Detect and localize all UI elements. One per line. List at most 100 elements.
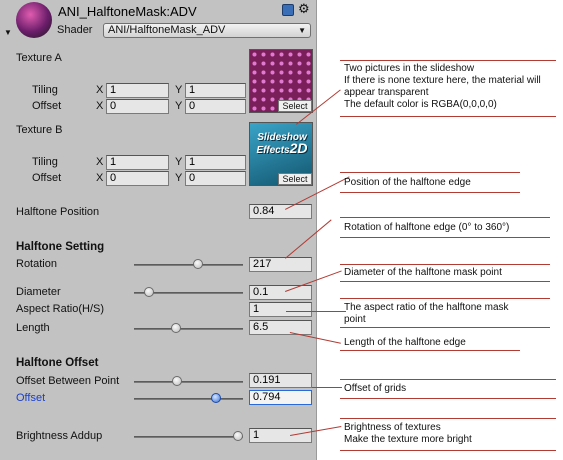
callout-aspect-line-1: The aspect ratio of the halftone mask (344, 302, 509, 313)
callout-brightness-line-1: Brightness of textures (344, 422, 441, 433)
texture-a-tiling-x-field[interactable]: 1 (106, 83, 169, 98)
callout-textures-line-2: If there is none texture here, the mater… (344, 75, 541, 86)
callout-line-brightness-bottom (340, 450, 556, 451)
halftone-setting-heading: Halftone Setting (16, 241, 105, 253)
material-header: ▼ ANI_HalftoneMask:ADV ⚙ Shader ANI/Half… (0, 0, 317, 40)
callout-textures-line-4: The default color is RGBA(0,0,0,0) (344, 99, 497, 110)
inspector-panel: ▼ ANI_HalftoneMask:ADV ⚙ Shader ANI/Half… (0, 0, 317, 460)
brightness-field[interactable]: 1 (249, 428, 312, 443)
rotation-slider-thumb[interactable] (193, 259, 204, 269)
chevron-down-icon: ▼ (298, 26, 306, 35)
brightness-slider-thumb[interactable] (233, 431, 243, 441)
texture-b-offset-y-field[interactable]: 0 (185, 171, 246, 186)
texture-a-thumbnail[interactable]: Select (249, 49, 313, 113)
offset-between-slider-thumb[interactable] (171, 376, 182, 386)
material-title: ANI_HalftoneMask:ADV (58, 4, 197, 19)
texture-b-offset-label: Offset (32, 172, 62, 184)
texture-b-tiling-x-field[interactable]: 1 (106, 155, 169, 170)
texture-b-tiling-label: Tiling (32, 156, 58, 168)
texture-b-thumbnail[interactable]: Slideshow Effects2D Select (249, 122, 313, 186)
callout-aspect: The aspect ratio of the halftone mask po… (344, 302, 509, 326)
callout-textures: Two pictures in the slideshow If there i… (344, 63, 541, 111)
diameter-slider-thumb[interactable] (143, 287, 154, 297)
offset-between-point-label: Offset Between Point (16, 375, 120, 387)
rotation-field[interactable]: 217 (249, 257, 312, 272)
offset-field[interactable]: 0.794 (249, 390, 312, 405)
texture-b-tiling-y-label: Y (175, 156, 183, 168)
texture-b-offset-x-field[interactable]: 0 (106, 171, 169, 186)
callout-line-rotation-bottom (340, 237, 550, 238)
callout-line-aspect-bottom (340, 327, 550, 328)
texture-b-logo-text: Slideshow Effects2D (254, 133, 310, 156)
aspect-ratio-label: Aspect Ratio(H/S) (16, 303, 105, 315)
callout-line-rotation-top (340, 217, 550, 218)
shader-value: ANI/HalftoneMask_ADV (108, 24, 226, 36)
texture-a-tiling-y-field[interactable]: 1 (185, 83, 246, 98)
texture-a-offset-x-label: X (96, 100, 104, 112)
callout-line-textures-bottom (340, 116, 556, 117)
callout-brightness-line-2: Make the texture more bright (344, 434, 472, 445)
length-field[interactable]: 6.5 (249, 320, 312, 335)
callout-line-length-bottom (340, 350, 520, 351)
texture-a-offset-x-field[interactable]: 0 (106, 99, 169, 114)
halftone-position-label: Halftone Position (16, 206, 100, 218)
callout-rotation: Rotation of halftone edge (0° to 360°) (344, 222, 510, 233)
callout-diameter: Diameter of the halftone mask point (344, 267, 502, 278)
offset-slider-thumb[interactable] (211, 393, 222, 403)
callout-line-aspect-top (340, 298, 550, 299)
diameter-field[interactable]: 0.1 (249, 285, 312, 300)
texture-b-label: Texture B (16, 124, 63, 136)
callout-offset: Offset of grids (344, 383, 407, 394)
callout-line-aspect (286, 311, 346, 312)
brightness-addup-label: Brightness Addup (16, 430, 103, 442)
callout-textures-line-1: Two pictures in the slideshow (344, 63, 475, 74)
length-slider-thumb[interactable] (170, 323, 181, 333)
texture-a-offset-y-field[interactable]: 0 (185, 99, 246, 114)
callout-line-position-bottom (340, 192, 520, 193)
length-label: Length (16, 322, 50, 334)
callout-position: Position of the halftone edge (344, 177, 471, 188)
texture-b-select-button[interactable]: Select (278, 173, 312, 185)
texture-a-tiling-label: Tiling (32, 84, 58, 96)
offset-between-field[interactable]: 0.191 (249, 373, 312, 388)
aspect-ratio-field[interactable]: 1 (249, 302, 312, 317)
callout-line-diameter-top (340, 264, 550, 265)
offset-slider-track[interactable] (134, 398, 243, 400)
halftone-position-field[interactable]: 0.84 (249, 204, 312, 219)
brightness-slider-track[interactable] (134, 436, 243, 438)
callout-line-offset (312, 387, 342, 388)
callout-length: Length of the halftone edge (344, 337, 466, 348)
texture-b-offset-y-label: Y (175, 172, 183, 184)
shader-label: Shader (57, 24, 93, 36)
texture-a-select-button[interactable]: Select (278, 100, 312, 112)
texture-a-tiling-x-label: X (96, 84, 104, 96)
callout-line-offset-top (340, 379, 556, 380)
book-icon[interactable] (282, 4, 294, 16)
length-slider-track[interactable] (134, 328, 243, 330)
rotation-slider-track[interactable] (134, 264, 243, 266)
callout-line-brightness-top (340, 418, 556, 419)
callout-textures-line-3: appear transparent (344, 87, 429, 98)
gear-icon[interactable]: ⚙ (298, 1, 310, 17)
shader-dropdown[interactable]: ANI/HalftoneMask_ADV ▼ (103, 23, 311, 38)
material-preview-icon (16, 2, 52, 38)
rotation-label: Rotation (16, 258, 57, 270)
diameter-label: Diameter (16, 286, 61, 298)
texture-b-logo-line-2: Effects2D (254, 140, 310, 156)
offset-label: Offset (16, 392, 46, 404)
callout-line-diameter-bottom (340, 281, 550, 282)
halftone-offset-heading: Halftone Offset (16, 357, 99, 369)
texture-b-logo-line-2b: 2D (289, 140, 308, 156)
callout-aspect-line-2: point (344, 314, 366, 325)
callout-brightness: Brightness of textures Make the texture … (344, 422, 472, 446)
texture-b-tiling-x-label: X (96, 156, 104, 168)
texture-b-offset-x-label: X (96, 172, 104, 184)
texture-b-tiling-y-field[interactable]: 1 (185, 155, 246, 170)
callout-line-textures-top (340, 60, 556, 61)
texture-a-tiling-y-label: Y (175, 84, 183, 96)
texture-a-offset-y-label: Y (175, 100, 183, 112)
callout-line-position-top (340, 172, 520, 173)
offset-between-slider-track[interactable] (134, 381, 243, 383)
texture-b-logo-line-2a: Effects (256, 145, 290, 156)
fold-triangle-icon[interactable]: ▼ (4, 28, 12, 37)
